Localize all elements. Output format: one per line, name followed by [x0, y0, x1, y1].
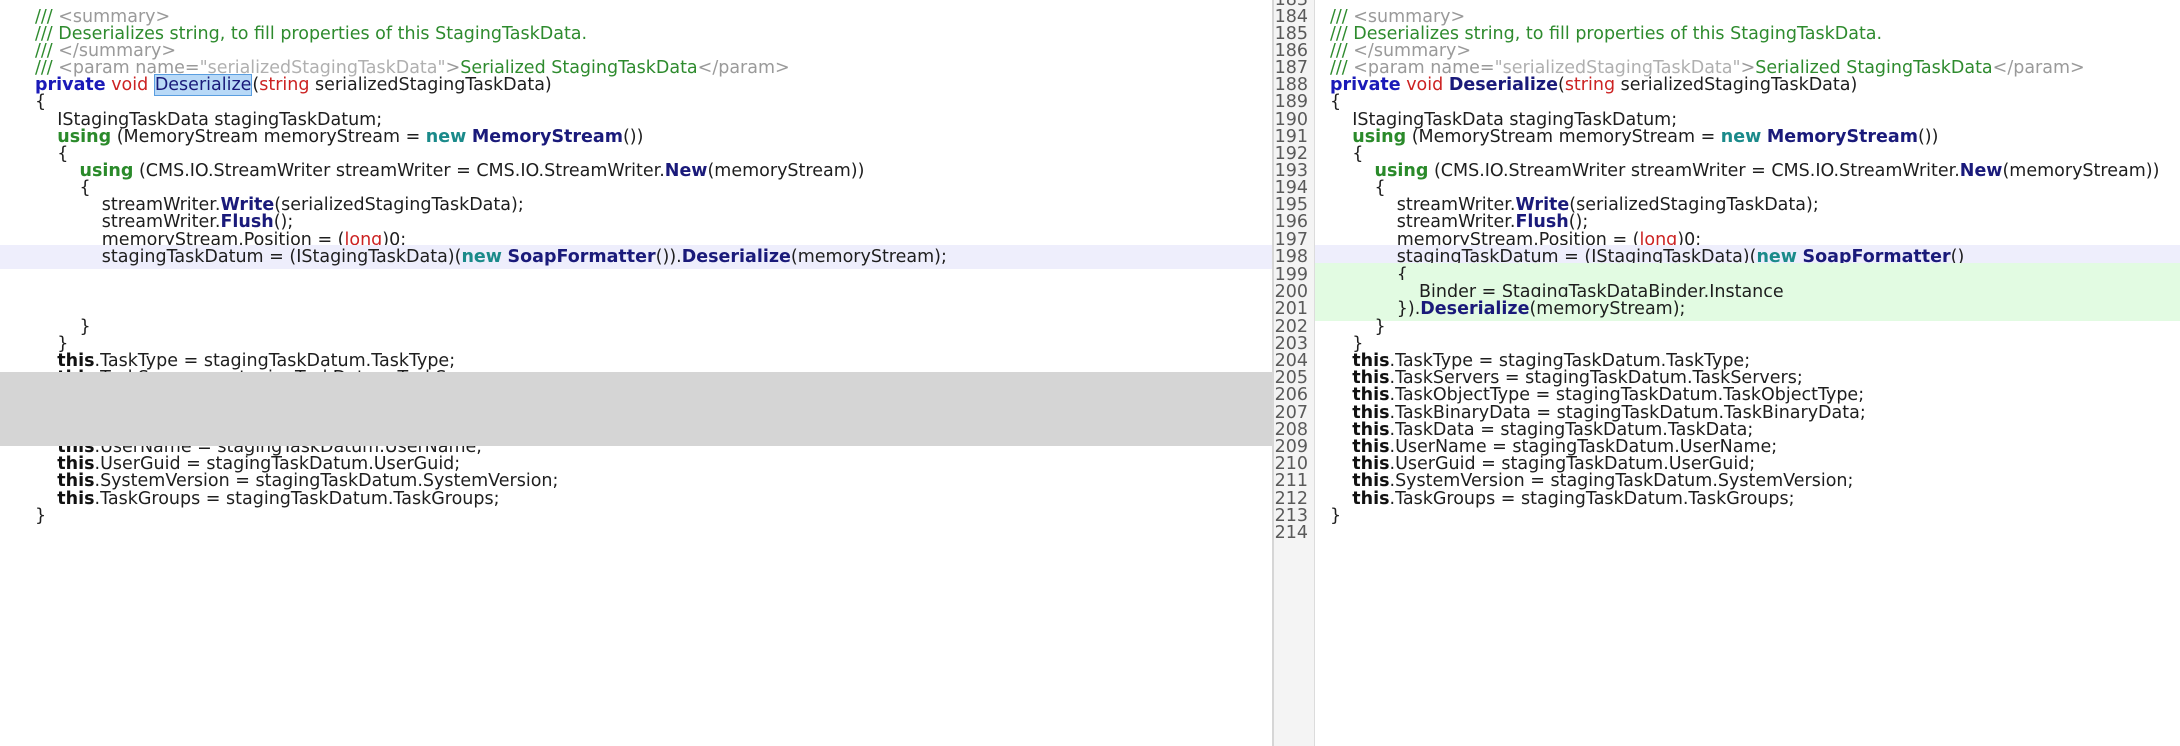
- left-pane-original[interactable]: /// <summary>/// Deserializes string, to…: [0, 0, 1272, 746]
- code-token: stagingTaskDatum = (IStagingTaskData)(: [35, 247, 462, 267]
- code-token: SoapFormatter: [507, 247, 656, 267]
- code-token: Deserialize: [681, 247, 791, 267]
- code-line[interactable]: }: [0, 504, 1272, 528]
- code-token: }: [35, 506, 47, 526]
- line-number: 214: [1274, 523, 1308, 543]
- code-token: (memoryStream);: [790, 247, 947, 267]
- code-line[interactable]: 214: [1275, 521, 2180, 545]
- code-token: ()).: [655, 247, 682, 267]
- code-line-changed[interactable]: stagingTaskDatum = (IStagingTaskData)(ne…: [0, 245, 1272, 269]
- code-text: stagingTaskDatum = (IStagingTaskData)(ne…: [35, 245, 947, 269]
- removed-lines-placeholder: [0, 372, 1272, 446]
- code-token: new: [461, 247, 502, 267]
- code-text: }: [35, 504, 46, 528]
- diff-viewer: /// <summary>/// Deserializes string, to…: [0, 0, 2180, 746]
- right-pane-modified[interactable]: 183 184/// <summary> 185/// Deserializes s…: [1274, 0, 2180, 746]
